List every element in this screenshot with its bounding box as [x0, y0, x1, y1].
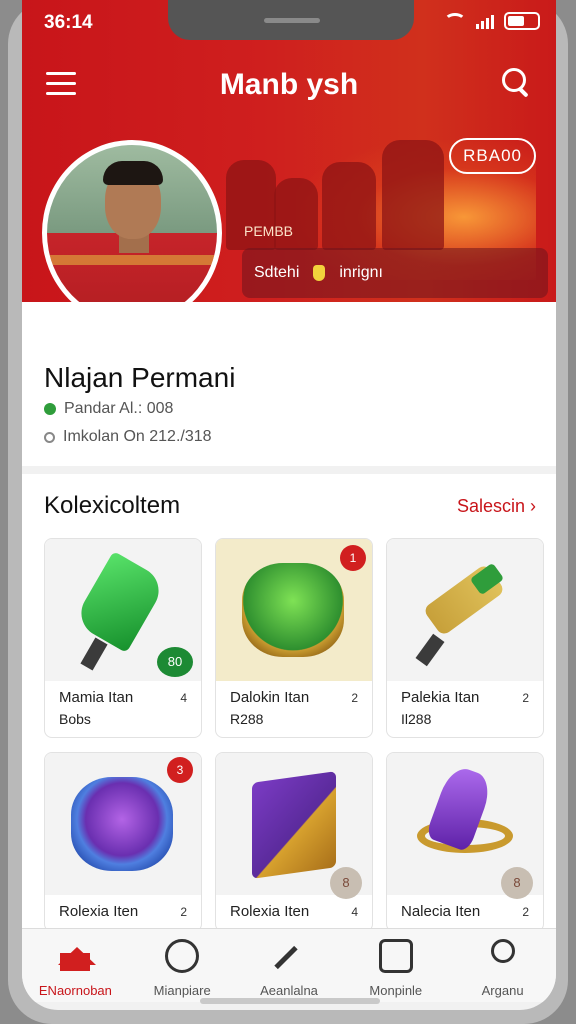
item-card[interactable]: 8 Nalecia Iten 2 — [386, 752, 544, 932]
hero-info-bar: Sdtehi inrignı — [242, 248, 548, 298]
player-silhouette — [382, 140, 444, 250]
item-card[interactable]: 80 Mamia Itan Bobs 4 — [44, 538, 202, 738]
tab-inbox[interactable]: Monpinle — [342, 929, 449, 1002]
status-time: 36:14 — [44, 12, 93, 33]
bottom-tab-bar: ENaornoban Mianpiare Aeanlalna Monpinle … — [22, 928, 556, 1002]
tab-stats[interactable]: Mianpiare — [129, 929, 236, 1002]
purple-emblem-icon — [71, 777, 173, 871]
stats-icon — [165, 939, 200, 973]
item-label: Dalokin Itan — [230, 689, 310, 706]
hero-bar-right: inrignı — [339, 264, 383, 281]
home-indicator — [200, 998, 380, 1004]
player-silhouette — [274, 178, 318, 250]
item-label: Rolexia Iten — [230, 903, 310, 920]
hero-caption: PEMBB — [244, 223, 294, 239]
item-badge: 80 — [157, 647, 193, 677]
item-card[interactable]: 1 Dalokin Itan R288 2 — [215, 538, 373, 738]
avatar[interactable] — [42, 140, 222, 326]
item-sub: Bobs — [59, 711, 91, 727]
verified-icon — [44, 403, 56, 415]
profile-rank: Pandar Al.: 008 — [44, 400, 173, 418]
signal-icon — [476, 13, 494, 29]
tab-home[interactable]: ENaornoban — [22, 929, 129, 1002]
loot-box-icon — [252, 771, 336, 879]
phone-frame: PEMBB RBA00 Sdtehi inrignı 36:14 Manb ys… — [8, 0, 568, 1024]
search-icon[interactable] — [502, 68, 532, 100]
device-notch — [168, 0, 414, 40]
app-screen: PEMBB RBA00 Sdtehi inrignı 36:14 Manb ys… — [22, 0, 556, 1010]
hero-pill-button[interactable]: RBA00 — [449, 138, 536, 174]
inbox-icon — [378, 939, 413, 973]
item-count: 2 — [180, 905, 187, 919]
profile-joined: Imkolan On 212./318 — [44, 428, 212, 446]
collection-section: Kolexicoltem Salescin › 80 Mamia Itan Bo… — [22, 474, 556, 934]
item-badge: 8 — [501, 867, 533, 899]
user-icon — [490, 939, 515, 963]
green-emblem-icon — [242, 563, 344, 657]
battery-icon — [504, 12, 540, 30]
item-count: 2 — [522, 691, 529, 705]
see-all-link[interactable]: Salescin › — [457, 496, 536, 517]
item-count: 2 — [351, 691, 358, 705]
item-card[interactable]: 8 Rolexia Iten 4 — [215, 752, 373, 932]
item-label: Mamia Itan — [59, 689, 134, 706]
item-badge: 1 — [340, 545, 366, 571]
item-sub: R288 — [230, 711, 264, 727]
player-silhouette — [322, 162, 376, 250]
tab-profile[interactable]: Arganu — [449, 929, 556, 1002]
item-count: 4 — [351, 905, 358, 919]
item-card[interactable]: 3 Rolexia Iten 2 — [44, 752, 202, 932]
item-label: Palekia Itan — [401, 689, 480, 706]
profile-name: Nlajan Permani — [44, 362, 236, 393]
item-sub: Il288 — [401, 711, 432, 727]
clock-icon — [44, 431, 55, 443]
app-title: Manb ysh — [219, 68, 359, 101]
item-count: 4 — [180, 691, 187, 705]
home-icon — [58, 947, 97, 971]
shield-icon — [313, 265, 326, 281]
item-count: 2 — [522, 905, 529, 919]
item-label: Nalecia Iten — [401, 903, 481, 920]
wifi-icon — [444, 13, 466, 29]
tab-edit[interactable]: Aeanlalna — [236, 929, 343, 1002]
item-card[interactable]: Palekia Itan Il288 2 — [386, 538, 544, 738]
status-icons — [444, 12, 540, 30]
edit-icon — [274, 945, 298, 970]
item-label: Rolexia Iten — [59, 903, 139, 920]
item-badge: 8 — [330, 867, 362, 899]
green-gem-icon — [72, 550, 168, 654]
hero-bar-left: Sdtehi — [254, 264, 300, 281]
section-title: Kolexicoltem — [44, 492, 181, 519]
profile-card: Nlajan Permani Pandar Al.: 008 Imkolan O… — [22, 302, 556, 466]
item-badge: 3 — [167, 757, 193, 783]
